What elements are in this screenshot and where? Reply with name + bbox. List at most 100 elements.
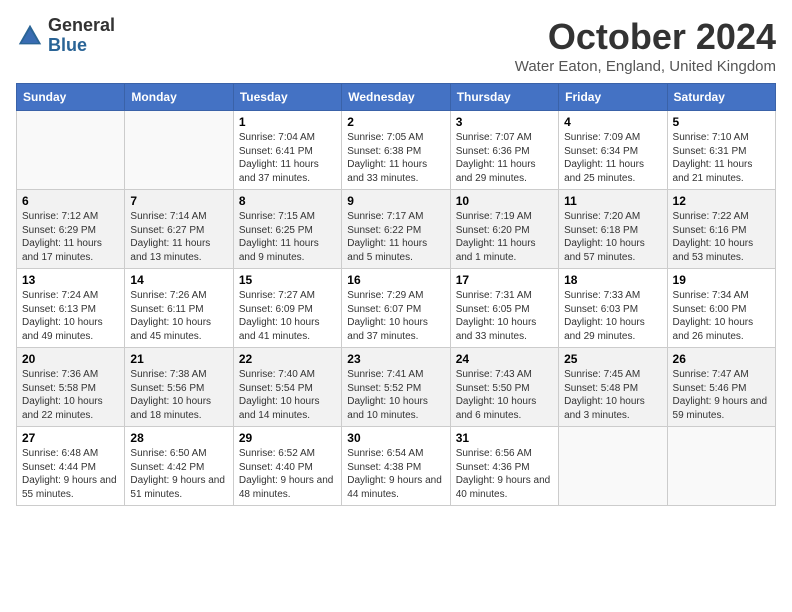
day-info: Sunrise: 7:41 AMSunset: 5:52 PMDaylight:… — [347, 368, 444, 422]
day-number: 22 — [239, 352, 336, 366]
calendar-day-cell: 31Sunrise: 6:56 AMSunset: 4:36 PMDayligh… — [450, 427, 558, 506]
day-info: Sunrise: 7:29 AMSunset: 6:07 PMDaylight:… — [347, 289, 444, 343]
calendar-header-wednesday: Wednesday — [342, 84, 450, 111]
calendar-day-cell: 13 Sunrise: 7:24 AMSunset: 6:13 PMDayligh… — [17, 269, 125, 348]
page-header: General Blue October 2024 Water Eaton, E… — [16, 16, 776, 75]
logo-text: General Blue — [48, 16, 115, 56]
day-info: Sunrise: 7:47 AMSunset: 5:46 PMDaylight:… — [673, 368, 770, 422]
day-number: 28 — [130, 431, 227, 445]
calendar-week-row: 20 Sunrise: 7:36 AMSunset: 5:58 PMDayligh… — [17, 348, 776, 427]
day-number: 18 — [564, 273, 661, 287]
calendar-day-cell: 21Sunrise: 7:38 AMSunset: 5:56 PMDayligh… — [125, 348, 233, 427]
day-info: Sunrise: 7:09 AMSunset: 6:34 PMDaylight:… — [564, 131, 661, 185]
day-info: Sunrise: 7:12 AMSunset: 6:29 PMDaylight:… — [22, 210, 119, 264]
month-title: October 2024 — [515, 16, 776, 58]
calendar-day-cell — [667, 427, 775, 506]
day-info: Sunrise: 7:22 AMSunset: 6:16 PMDaylight:… — [673, 210, 770, 264]
calendar-day-cell: 1Sunrise: 7:04 AMSunset: 6:41 PMDaylight… — [233, 111, 341, 190]
location-subtitle: Water Eaton, England, United Kingdom — [515, 58, 776, 75]
calendar-day-cell: 20 Sunrise: 7:36 AMSunset: 5:58 PMDayligh… — [17, 348, 125, 427]
day-number: 14 — [130, 273, 227, 287]
calendar-day-cell: 27Sunrise: 6:48 AMSunset: 4:44 PMDayligh… — [17, 427, 125, 506]
logo-blue: Blue — [48, 36, 115, 56]
calendar-day-cell: 17Sunrise: 7:31 AMSunset: 6:05 PMDayligh… — [450, 269, 558, 348]
calendar-day-cell: 4 Sunrise: 7:09 AMSunset: 6:34 PMDaylight… — [559, 111, 667, 190]
day-number: 30 — [347, 431, 444, 445]
day-number: 24 — [456, 352, 553, 366]
calendar-day-cell: 7 Sunrise: 7:14 AMSunset: 6:27 PMDaylight… — [125, 190, 233, 269]
day-info: Sunrise: 6:50 AMSunset: 4:42 PMDaylight:… — [130, 447, 227, 501]
day-number: 23 — [347, 352, 444, 366]
title-section: October 2024 Water Eaton, England, Unite… — [515, 16, 776, 75]
calendar-day-cell: 11 Sunrise: 7:20 AMSunset: 6:18 PMDayligh… — [559, 190, 667, 269]
day-info: Sunrise: 6:52 AMSunset: 4:40 PMDaylight:… — [239, 447, 336, 501]
calendar-day-cell: 26 Sunrise: 7:47 AMSunset: 5:46 PMDayligh… — [667, 348, 775, 427]
day-number: 3 — [456, 115, 553, 129]
day-info: Sunrise: 7:14 AMSunset: 6:27 PMDaylight:… — [130, 210, 227, 264]
day-number: 6 — [22, 194, 119, 208]
day-info: Sunrise: 7:36 AMSunset: 5:58 PMDaylight:… — [22, 368, 119, 422]
day-info: Sunrise: 7:10 AMSunset: 6:31 PMDaylight:… — [673, 131, 770, 185]
calendar-table: SundayMondayTuesdayWednesdayThursdayFrid… — [16, 83, 776, 506]
calendar-day-cell — [125, 111, 233, 190]
calendar-day-cell: 16Sunrise: 7:29 AMSunset: 6:07 PMDayligh… — [342, 269, 450, 348]
calendar-day-cell: 2 Sunrise: 7:05 AMSunset: 6:38 PMDaylight… — [342, 111, 450, 190]
calendar-day-cell — [559, 427, 667, 506]
calendar-day-cell: 28 Sunrise: 6:50 AMSunset: 4:42 PMDayligh… — [125, 427, 233, 506]
calendar-day-cell: 10 Sunrise: 7:19 AMSunset: 6:20 PMDayligh… — [450, 190, 558, 269]
calendar-header-row: SundayMondayTuesdayWednesdayThursdayFrid… — [17, 84, 776, 111]
calendar-day-cell: 3 Sunrise: 7:07 AMSunset: 6:36 PMDaylight… — [450, 111, 558, 190]
calendar-header-tuesday: Tuesday — [233, 84, 341, 111]
calendar-header-friday: Friday — [559, 84, 667, 111]
calendar-header-sunday: Sunday — [17, 84, 125, 111]
calendar-day-cell: 23 Sunrise: 7:41 AMSunset: 5:52 PMDayligh… — [342, 348, 450, 427]
day-number: 8 — [239, 194, 336, 208]
day-info: Sunrise: 6:54 AMSunset: 4:38 PMDaylight:… — [347, 447, 444, 501]
day-info: Sunrise: 7:05 AMSunset: 6:38 PMDaylight:… — [347, 131, 444, 185]
day-info: Sunrise: 7:17 AMSunset: 6:22 PMDaylight:… — [347, 210, 444, 264]
day-info: Sunrise: 7:45 AMSunset: 5:48 PMDaylight:… — [564, 368, 661, 422]
day-number: 21 — [130, 352, 227, 366]
day-info: Sunrise: 7:19 AMSunset: 6:20 PMDaylight:… — [456, 210, 553, 264]
day-info: Sunrise: 7:07 AMSunset: 6:36 PMDaylight:… — [456, 131, 553, 185]
day-number: 13 — [22, 273, 119, 287]
calendar-day-cell: 5 Sunrise: 7:10 AMSunset: 6:31 PMDaylight… — [667, 111, 775, 190]
day-number: 9 — [347, 194, 444, 208]
day-info: Sunrise: 7:20 AMSunset: 6:18 PMDaylight:… — [564, 210, 661, 264]
calendar-header-monday: Monday — [125, 84, 233, 111]
day-info: Sunrise: 7:43 AMSunset: 5:50 PMDaylight:… — [456, 368, 553, 422]
day-number: 10 — [456, 194, 553, 208]
calendar-day-cell: 19 Sunrise: 7:34 AMSunset: 6:00 PMDayligh… — [667, 269, 775, 348]
calendar-day-cell: 9 Sunrise: 7:17 AMSunset: 6:22 PMDaylight… — [342, 190, 450, 269]
day-number: 5 — [673, 115, 770, 129]
day-number: 19 — [673, 273, 770, 287]
calendar-day-cell — [17, 111, 125, 190]
day-number: 12 — [673, 194, 770, 208]
calendar-week-row: 6 Sunrise: 7:12 AMSunset: 6:29 PMDaylight… — [17, 190, 776, 269]
calendar-day-cell: 22 Sunrise: 7:40 AMSunset: 5:54 PMDayligh… — [233, 348, 341, 427]
calendar-week-row: 13 Sunrise: 7:24 AMSunset: 6:13 PMDayligh… — [17, 269, 776, 348]
day-number: 7 — [130, 194, 227, 208]
day-number: 17 — [456, 273, 553, 287]
calendar-day-cell: 6 Sunrise: 7:12 AMSunset: 6:29 PMDaylight… — [17, 190, 125, 269]
logo-general: General — [48, 16, 115, 36]
calendar-day-cell: 14Sunrise: 7:26 AMSunset: 6:11 PMDayligh… — [125, 269, 233, 348]
day-number: 25 — [564, 352, 661, 366]
day-number: 4 — [564, 115, 661, 129]
calendar-week-row: 1Sunrise: 7:04 AMSunset: 6:41 PMDaylight… — [17, 111, 776, 190]
day-number: 26 — [673, 352, 770, 366]
day-info: Sunrise: 7:34 AMSunset: 6:00 PMDaylight:… — [673, 289, 770, 343]
day-number: 2 — [347, 115, 444, 129]
day-number: 11 — [564, 194, 661, 208]
calendar-day-cell: 18Sunrise: 7:33 AMSunset: 6:03 PMDayligh… — [559, 269, 667, 348]
day-info: Sunrise: 7:04 AMSunset: 6:41 PMDaylight:… — [239, 131, 336, 185]
logo: General Blue — [16, 16, 115, 56]
calendar-day-cell: 12 Sunrise: 7:22 AMSunset: 6:16 PMDayligh… — [667, 190, 775, 269]
day-info: Sunrise: 7:24 AMSunset: 6:13 PMDaylight:… — [22, 289, 119, 343]
day-info: Sunrise: 7:40 AMSunset: 5:54 PMDaylight:… — [239, 368, 336, 422]
calendar-day-cell: 30 Sunrise: 6:54 AMSunset: 4:38 PMDayligh… — [342, 427, 450, 506]
calendar-week-row: 27Sunrise: 6:48 AMSunset: 4:44 PMDayligh… — [17, 427, 776, 506]
logo-icon — [16, 22, 44, 50]
calendar-header-saturday: Saturday — [667, 84, 775, 111]
day-number: 20 — [22, 352, 119, 366]
